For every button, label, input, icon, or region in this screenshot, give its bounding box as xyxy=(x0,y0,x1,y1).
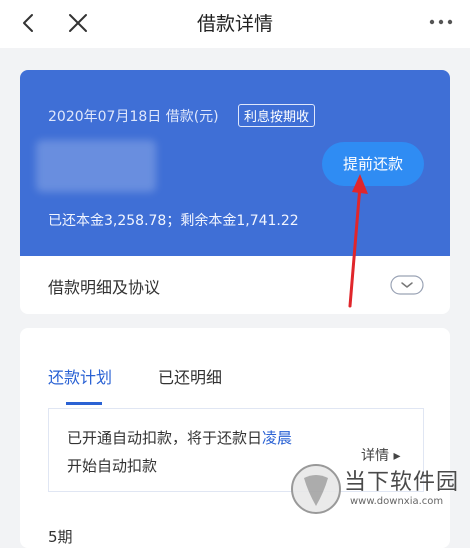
tab-underline xyxy=(66,402,102,405)
tab-paid-details[interactable]: 已还明细 xyxy=(158,364,222,388)
annotation-arrow-icon xyxy=(348,174,368,308)
chevron-down-icon[interactable] xyxy=(390,275,424,295)
principal-summary: 已还本金3,258.78；剩余本金1,741.22 xyxy=(48,213,299,229)
watermark: 当下软件园 www.downxia.com xyxy=(290,458,458,522)
loan-detail-label: 借款明细及协议 xyxy=(48,278,161,297)
blurred-amount xyxy=(36,140,156,192)
autopay-text-line2: 开始自动扣款 xyxy=(67,457,158,475)
watermark-brand: 当下软件园 xyxy=(344,470,460,495)
loan-detail-row[interactable]: 借款明细及协议 xyxy=(20,256,450,314)
watermark-url: www.downxia.com xyxy=(350,496,444,507)
interest-tag: 利息按期收 xyxy=(238,104,316,127)
installment-row-peek: 5期 xyxy=(48,528,73,546)
loan-card: 2020年07月18日 借款(元) 利息按期收 提前还款 已还本金3,258.7… xyxy=(20,70,450,314)
loan-summary: 2020年07月18日 借款(元) 利息按期收 提前还款 已还本金3,258.7… xyxy=(20,70,450,256)
autopay-text-line1: 已开通自动扣款，将于还款日凌晨 xyxy=(67,427,292,448)
top-bar: 借款详情 xyxy=(0,0,470,48)
autopay-text: 已开通自动扣款，将于还款日 xyxy=(67,429,263,447)
more-icon[interactable] xyxy=(426,14,456,30)
loan-date-label: 2020年07月18日 借款(元) xyxy=(48,109,219,125)
autopay-highlight: 凌晨 xyxy=(262,429,293,447)
watermark-logo-icon xyxy=(291,464,341,514)
page-title: 借款详情 xyxy=(196,13,273,35)
tab-repayment-plan[interactable]: 还款计划 xyxy=(48,364,112,388)
